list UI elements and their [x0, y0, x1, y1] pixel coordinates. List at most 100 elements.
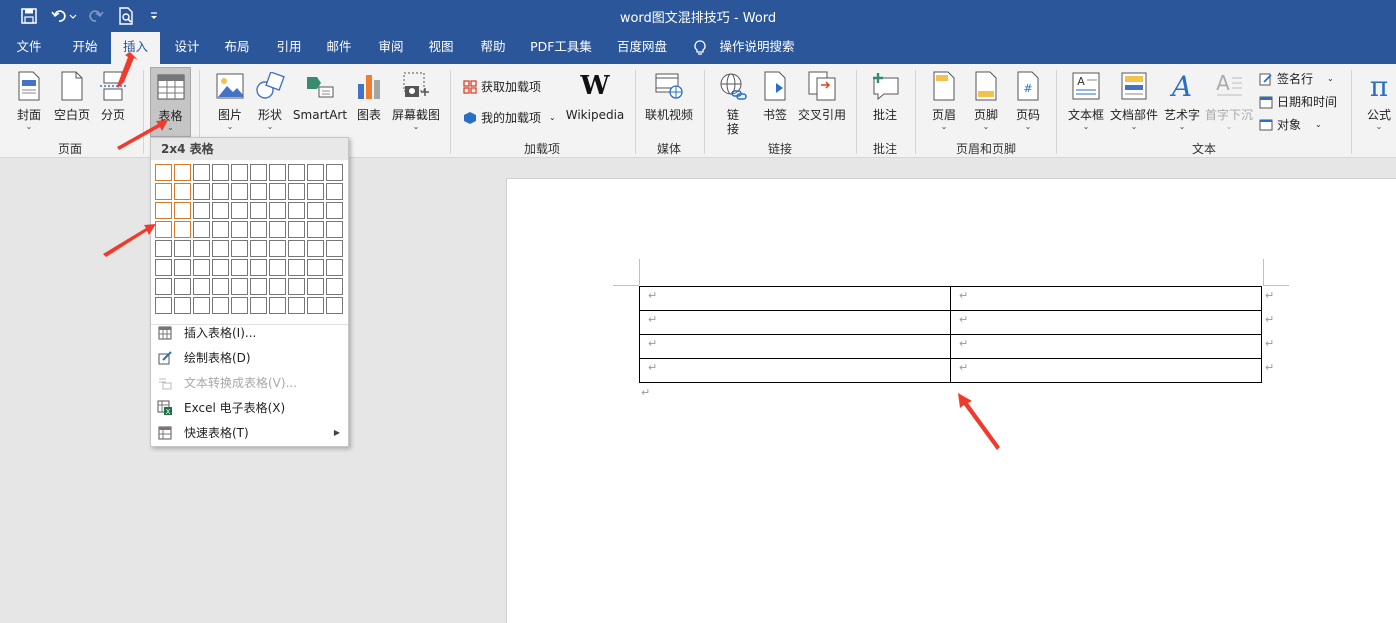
grid-cell[interactable] [250, 221, 267, 238]
grid-cell[interactable] [155, 278, 172, 295]
my-addins-button[interactable]: 我的加载项 ⌄ [462, 109, 556, 126]
table-cell[interactable]: ↵ [639, 286, 951, 311]
grid-cell[interactable] [174, 221, 191, 238]
grid-cell[interactable] [250, 259, 267, 276]
grid-cell[interactable] [307, 183, 324, 200]
grid-cell[interactable] [288, 202, 305, 219]
grid-cell[interactable] [212, 240, 229, 257]
grid-cell[interactable] [231, 183, 248, 200]
grid-cell[interactable] [212, 297, 229, 314]
grid-cell[interactable] [269, 183, 286, 200]
grid-cell[interactable] [288, 221, 305, 238]
text-box-button[interactable]: A 文本框 ⌄ [1066, 70, 1106, 132]
quick-tables-item[interactable]: 快速表格(T) ▶ [151, 420, 348, 445]
grid-cell[interactable] [231, 278, 248, 295]
online-video-button[interactable]: 联机视频 [642, 70, 696, 122]
table-cell[interactable]: ↵ [950, 310, 1262, 335]
grid-cell[interactable] [269, 278, 286, 295]
grid-cell[interactable] [288, 278, 305, 295]
insert-table-item[interactable]: 插入表格(I)... [151, 320, 348, 345]
screenshot-button[interactable]: 屏幕截图 ⌄ [390, 70, 442, 132]
grid-cell[interactable] [250, 183, 267, 200]
grid-cell[interactable] [288, 240, 305, 257]
wikipedia-button[interactable]: W Wikipedia [564, 70, 626, 122]
grid-cell[interactable] [269, 221, 286, 238]
grid-cell[interactable] [231, 240, 248, 257]
tab-review[interactable]: 审阅 [368, 32, 414, 64]
grid-cell[interactable] [307, 202, 324, 219]
grid-cell[interactable] [193, 240, 210, 257]
tab-references[interactable]: 引用 [266, 32, 312, 64]
grid-cell[interactable] [307, 259, 324, 276]
tab-baidu-netdisk[interactable]: 百度网盘 [608, 32, 676, 64]
grid-cell[interactable] [155, 164, 172, 181]
grid-cell[interactable] [174, 202, 191, 219]
grid-cell[interactable] [231, 202, 248, 219]
tab-design[interactable]: 设计 [164, 32, 210, 64]
grid-cell[interactable] [269, 164, 286, 181]
grid-cell[interactable] [155, 297, 172, 314]
grid-cell[interactable] [212, 278, 229, 295]
grid-cell[interactable] [250, 164, 267, 181]
table-cell[interactable]: ↵ [639, 334, 951, 359]
grid-cell[interactable] [307, 164, 324, 181]
object-button[interactable]: 对象 ⌄ [1258, 116, 1322, 133]
quick-parts-button[interactable]: 文档部件 ⌄ [1108, 70, 1160, 132]
grid-cell[interactable] [326, 221, 343, 238]
chart-button[interactable]: 图表 [352, 70, 386, 122]
grid-cell[interactable] [174, 240, 191, 257]
grid-cell[interactable] [326, 240, 343, 257]
grid-cell[interactable] [155, 259, 172, 276]
excel-spreadsheet-item[interactable]: X Excel 电子表格(X) [151, 395, 348, 420]
shapes-button[interactable]: 形状 ⌄ [252, 70, 288, 132]
blank-page-button[interactable]: 空白页 [52, 70, 92, 122]
grid-cell[interactable] [155, 221, 172, 238]
grid-cell[interactable] [326, 278, 343, 295]
page-number-button[interactable]: # 页码 ⌄ [1010, 70, 1046, 132]
grid-cell[interactable] [174, 297, 191, 314]
header-button[interactable]: 页眉 ⌄ [926, 70, 962, 132]
page-break-button[interactable]: 分页 [96, 70, 130, 122]
grid-cell[interactable] [231, 259, 248, 276]
grid-cell[interactable] [269, 259, 286, 276]
tab-insert[interactable]: 插入 [111, 32, 160, 64]
document-page[interactable] [506, 178, 1396, 623]
grid-cell[interactable] [174, 183, 191, 200]
date-time-button[interactable]: 日期和时间 [1258, 93, 1337, 110]
draw-table-item[interactable]: 绘制表格(D) [151, 345, 348, 370]
grid-cell[interactable] [326, 297, 343, 314]
table-cell[interactable]: ↵ [950, 358, 1262, 383]
grid-cell[interactable] [193, 297, 210, 314]
grid-cell[interactable] [250, 297, 267, 314]
grid-cell[interactable] [288, 259, 305, 276]
grid-cell[interactable] [212, 164, 229, 181]
grid-cell[interactable] [288, 164, 305, 181]
document-table[interactable]: ↵ ↵ ↵ ↵ ↵ ↵ ↵ ↵ [639, 286, 1262, 383]
picture-button[interactable]: 图片 ⌄ [212, 70, 248, 132]
tab-layout[interactable]: 布局 [214, 32, 260, 64]
grid-cell[interactable] [231, 297, 248, 314]
grid-cell[interactable] [250, 202, 267, 219]
grid-cell[interactable] [174, 278, 191, 295]
grid-cell[interactable] [307, 221, 324, 238]
get-addins-button[interactable]: 获取加载项 [462, 78, 541, 95]
grid-cell[interactable] [307, 297, 324, 314]
tab-mailings[interactable]: 邮件 [316, 32, 362, 64]
grid-cell[interactable] [250, 278, 267, 295]
wordart-button[interactable]: A 艺术字 ⌄ [1162, 70, 1202, 132]
table-size-grid[interactable] [155, 164, 345, 320]
grid-cell[interactable] [193, 183, 210, 200]
grid-cell[interactable] [326, 202, 343, 219]
comment-button[interactable]: 批注 [866, 70, 904, 122]
tell-me-search[interactable]: 操作说明搜索 [714, 32, 800, 64]
tab-view[interactable]: 视图 [418, 32, 464, 64]
grid-cell[interactable] [212, 221, 229, 238]
grid-cell[interactable] [307, 240, 324, 257]
grid-cell[interactable] [193, 202, 210, 219]
grid-cell[interactable] [269, 240, 286, 257]
link-button[interactable]: 链 接 [714, 70, 752, 136]
table-button[interactable]: 表格 ⌄ [150, 67, 191, 137]
grid-cell[interactable] [193, 164, 210, 181]
grid-cell[interactable] [326, 183, 343, 200]
grid-cell[interactable] [212, 259, 229, 276]
